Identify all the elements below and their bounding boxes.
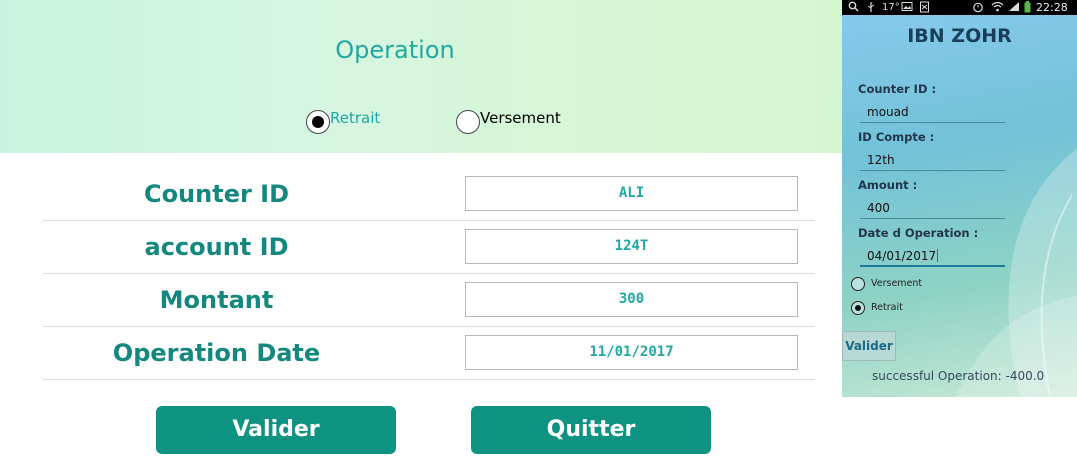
page-title: Operation — [335, 36, 455, 64]
image-icon — [901, 1, 913, 16]
valider-button[interactable]: Valider — [842, 331, 896, 361]
wifi-icon — [991, 1, 1004, 16]
retrait-label: Retrait — [871, 302, 903, 313]
retrait-label: Retrait — [330, 109, 381, 127]
versement-label: Versement — [871, 278, 923, 289]
amount-label: Amount : — [858, 178, 918, 192]
id-compte-label: ID Compte : — [858, 130, 935, 144]
amount-field[interactable]: 400 — [860, 200, 1005, 219]
counter-id-input[interactable]: ALI — [465, 176, 798, 211]
operation-form-fields: Counter ID ALI account ID 124T Montant 3… — [43, 168, 815, 380]
account-id-label: account ID — [144, 233, 289, 261]
account-id-row: account ID 124T — [43, 221, 815, 274]
app-screen: IBN ZOHR Counter ID : mouad ID Compte : … — [842, 15, 1077, 397]
operation-date-label: Date d Operation : — [858, 226, 979, 240]
counter-id-label: Counter ID : — [858, 82, 937, 96]
clock: 22:28 — [1036, 1, 1068, 14]
retrait-radio[interactable] — [306, 110, 330, 134]
mobile-app-screenshot: 17° 22:28 IBN ZOHR Counter ID : mouad ID… — [842, 0, 1077, 397]
operation-date-label: Operation Date — [112, 339, 321, 367]
web-operation-form: Operation Retrait Versement Counter ID A… — [0, 0, 842, 464]
valider-button[interactable]: Valider — [156, 406, 396, 454]
counter-id-label: Counter ID — [143, 180, 290, 208]
search-icon — [848, 1, 859, 16]
montant-input[interactable]: 300 — [465, 282, 798, 317]
montant-label: Montant — [159, 286, 274, 314]
versement-label: Versement — [480, 109, 561, 127]
operation-date-input[interactable]: 11/01/2017 — [465, 335, 798, 370]
temperature: 17° — [882, 2, 900, 13]
account-id-input[interactable]: 124T — [465, 229, 798, 264]
id-compte-field[interactable]: 12th — [860, 152, 1005, 171]
operation-date-value: 04/01/2017 — [867, 249, 937, 263]
text-cursor — [937, 249, 939, 262]
status-message: successful Operation: -400.0 — [872, 369, 1045, 383]
quitter-button[interactable]: Quitter — [471, 406, 711, 454]
versement-radio[interactable] — [851, 277, 865, 291]
operation-date-field[interactable]: 04/01/2017 — [860, 248, 1005, 267]
montant-row: Montant 300 — [43, 274, 815, 327]
form-header: Operation Retrait Versement — [0, 0, 842, 153]
signal-icon — [1008, 1, 1020, 16]
operation-date-row: Operation Date 11/01/2017 — [43, 327, 815, 380]
counter-id-row: Counter ID ALI — [43, 168, 815, 221]
status-bar: 17° 22:28 — [842, 0, 1077, 15]
retrait-radio[interactable] — [851, 301, 865, 315]
counter-id-field[interactable]: mouad — [860, 104, 1005, 123]
app-title: IBN ZOHR — [907, 25, 1012, 47]
versement-radio[interactable] — [456, 110, 480, 134]
